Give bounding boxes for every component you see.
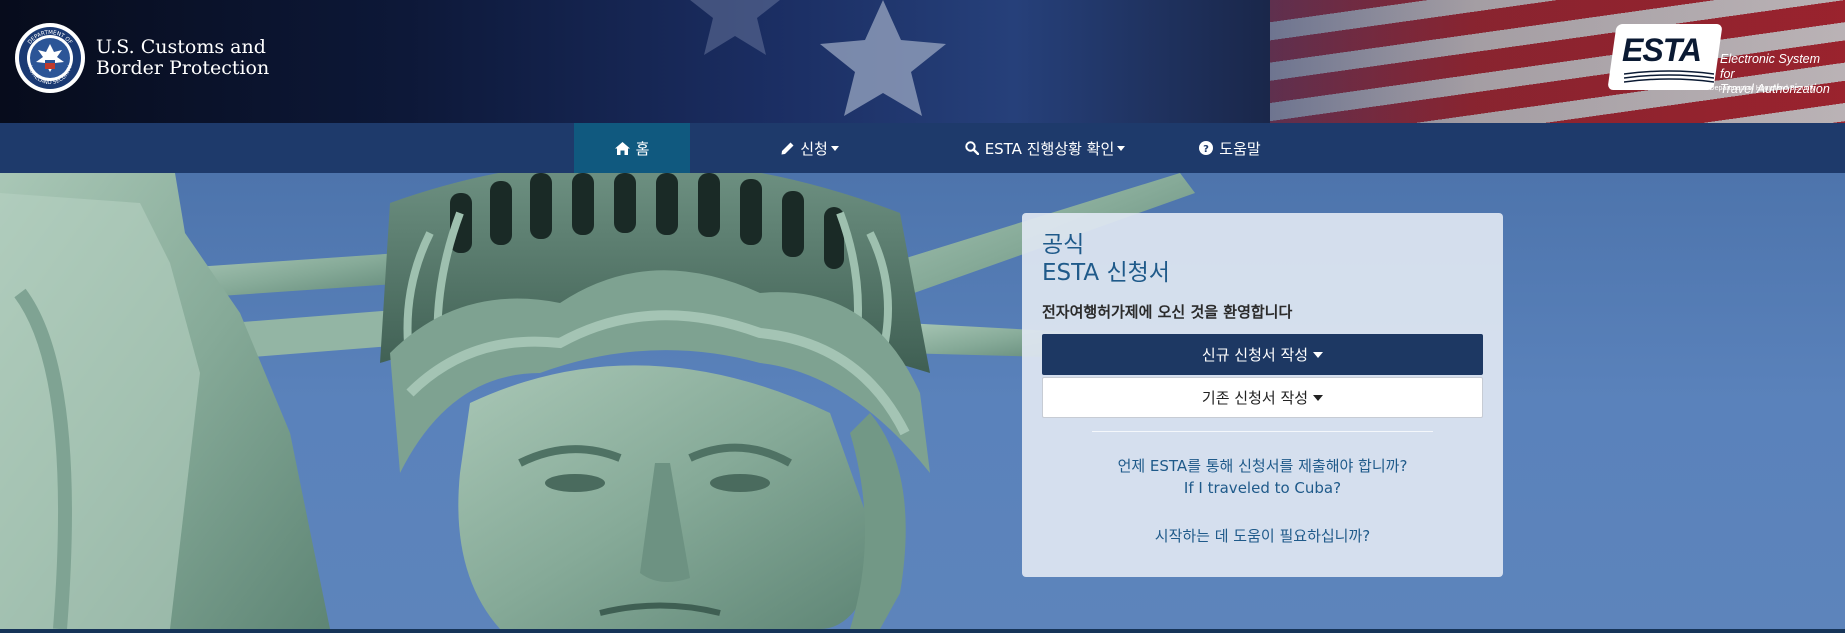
- site-header: DEPARTMENT OF HOMELAND SECURITY U.S. Cus…: [0, 0, 1845, 123]
- flag-star-decoration: [690, 0, 780, 55]
- card-title: 공식 ESTA 신청서: [1042, 231, 1170, 287]
- agency-name: U.S. Customs and Border Protection: [96, 37, 269, 79]
- card-divider: [1092, 431, 1433, 432]
- get-started-help-link[interactable]: 시작하는 데 도움이 필요하십니까?: [1022, 525, 1503, 546]
- search-icon: [964, 141, 979, 155]
- esta-logo-word: ESTA: [1622, 32, 1702, 68]
- esta-logo-swoosh-icon: [1624, 70, 1714, 83]
- nav-item-home[interactable]: 홈: [574, 123, 690, 173]
- statue-of-liberty-image: [0, 173, 1195, 629]
- welcome-text: 전자여행허가제에 오신 것을 환영합니다: [1042, 303, 1293, 321]
- esta-dhs-text: U.S. Department of Homeland Security: [1694, 85, 1815, 92]
- card-title-line1: 공식: [1042, 232, 1085, 258]
- hero-bottom-border: [0, 629, 1845, 633]
- new-application-button[interactable]: 신규 신청서 작성: [1042, 334, 1483, 375]
- esta-logo[interactable]: ESTA Electronic System for Travel Author…: [1607, 24, 1838, 96]
- svg-text:?: ?: [1203, 144, 1209, 155]
- esta-welcome-card: 공식 ESTA 신청서 전자여행허가제에 오신 것을 환영합니다 신규 신청서 …: [1022, 213, 1503, 577]
- chevron-down-icon: [830, 145, 839, 151]
- esta-subtitle-line1: Electronic System for: [1720, 52, 1821, 81]
- chevron-down-icon: [1313, 351, 1324, 358]
- agency-name-line1: U.S. Customs and: [96, 36, 266, 58]
- nav-item-check-status-label: ESTA 진행상황 확인: [984, 139, 1115, 158]
- chevron-down-icon: [1117, 145, 1126, 151]
- question-circle-icon: ?: [1199, 141, 1214, 155]
- main-navbar: 홈 신청 ESTA 진행상황 확인 ? 도움말: [0, 123, 1845, 173]
- nav-item-apply[interactable]: 신청: [760, 123, 860, 173]
- nav-item-check-status[interactable]: ESTA 진행상황 확인: [954, 123, 1136, 173]
- chevron-down-icon: [1313, 394, 1324, 401]
- cuba-travel-link[interactable]: If I traveled to Cuba?: [1022, 479, 1503, 497]
- home-icon: [614, 141, 630, 155]
- flag-star-decoration: [820, 0, 946, 116]
- existing-application-button[interactable]: 기존 신청서 작성: [1042, 377, 1483, 418]
- new-application-label: 신규 신청서 작성: [1201, 346, 1309, 364]
- agency-name-line2: Border Protection: [96, 57, 270, 79]
- existing-application-label: 기존 신청서 작성: [1201, 389, 1309, 407]
- pencil-icon: [781, 142, 794, 154]
- cbp-logo[interactable]: DEPARTMENT OF HOMELAND SECURITY U.S. Cus…: [14, 22, 269, 94]
- nav-item-help[interactable]: ? 도움말: [1180, 123, 1280, 173]
- dhs-seal-icon: DEPARTMENT OF HOMELAND SECURITY: [15, 23, 85, 93]
- nav-item-help-label: 도움말: [1219, 139, 1261, 158]
- hero-banner: [0, 173, 1845, 629]
- when-to-apply-link[interactable]: 언제 ESTA를 통해 신청서를 제출해야 합니까?: [1022, 455, 1503, 476]
- card-title-line2: ESTA 신청서: [1042, 260, 1170, 286]
- nav-item-home-label: 홈: [635, 139, 650, 158]
- nav-item-apply-label: 신청: [800, 139, 828, 158]
